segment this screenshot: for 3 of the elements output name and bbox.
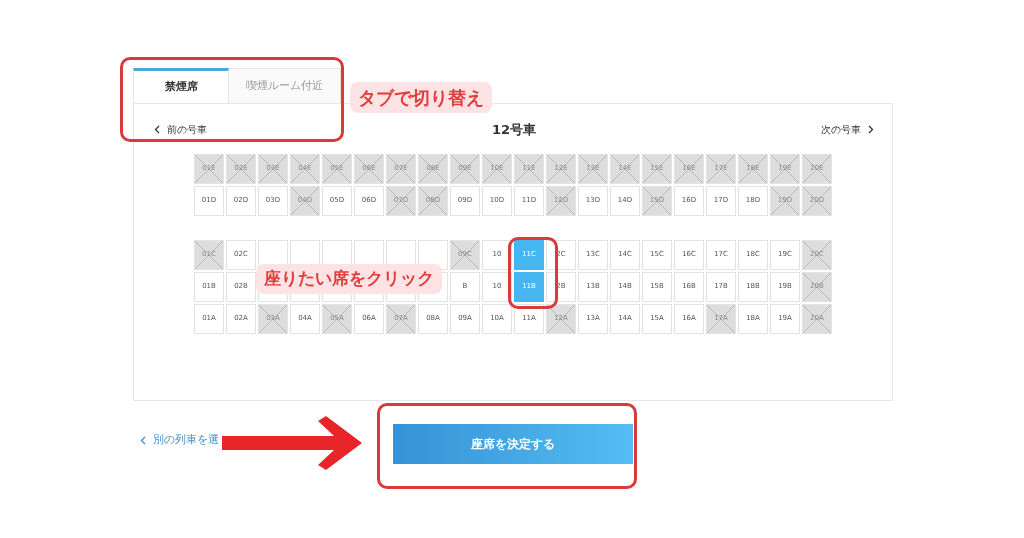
hint-tooltip: 座りたい席をクリック [256,264,442,294]
hint-tooltip: タブで切り替え [350,82,492,113]
car-title: 12号車 [491,121,537,139]
